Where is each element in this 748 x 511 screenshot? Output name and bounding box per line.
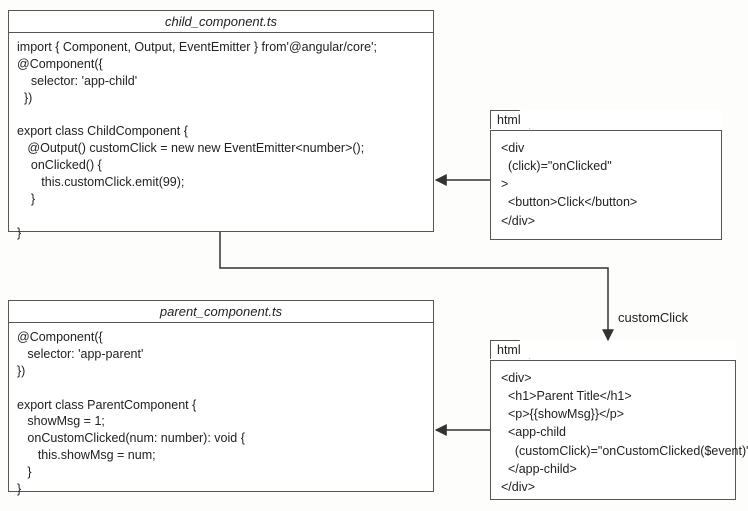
class-body-parent: @Component({ selector: 'app-parent' }) e… [9,323,433,504]
note-tab-child-html: html [490,110,530,129]
note-body-parent-html: <div> <h1>Parent Title</h1> <p>{{showMsg… [490,360,736,500]
class-box-child-component: child_component.ts import { Component, O… [8,10,434,232]
note-child-html: html <div (click)="onClicked" > <button>… [490,110,722,240]
class-title-parent: parent_component.ts [9,301,433,323]
class-box-parent-component: parent_component.ts @Component({ selecto… [8,300,434,492]
class-body-child: import { Component, Output, EventEmitter… [9,33,433,248]
note-tab-parent-html: html [490,340,530,359]
note-parent-html: html <div> <h1>Parent Title</h1> <p>{{sh… [490,340,736,500]
note-body-child-html: <div (click)="onClicked" > <button>Click… [490,130,722,240]
edge-label-customclick: customClick [618,310,688,325]
class-title-child: child_component.ts [9,11,433,33]
